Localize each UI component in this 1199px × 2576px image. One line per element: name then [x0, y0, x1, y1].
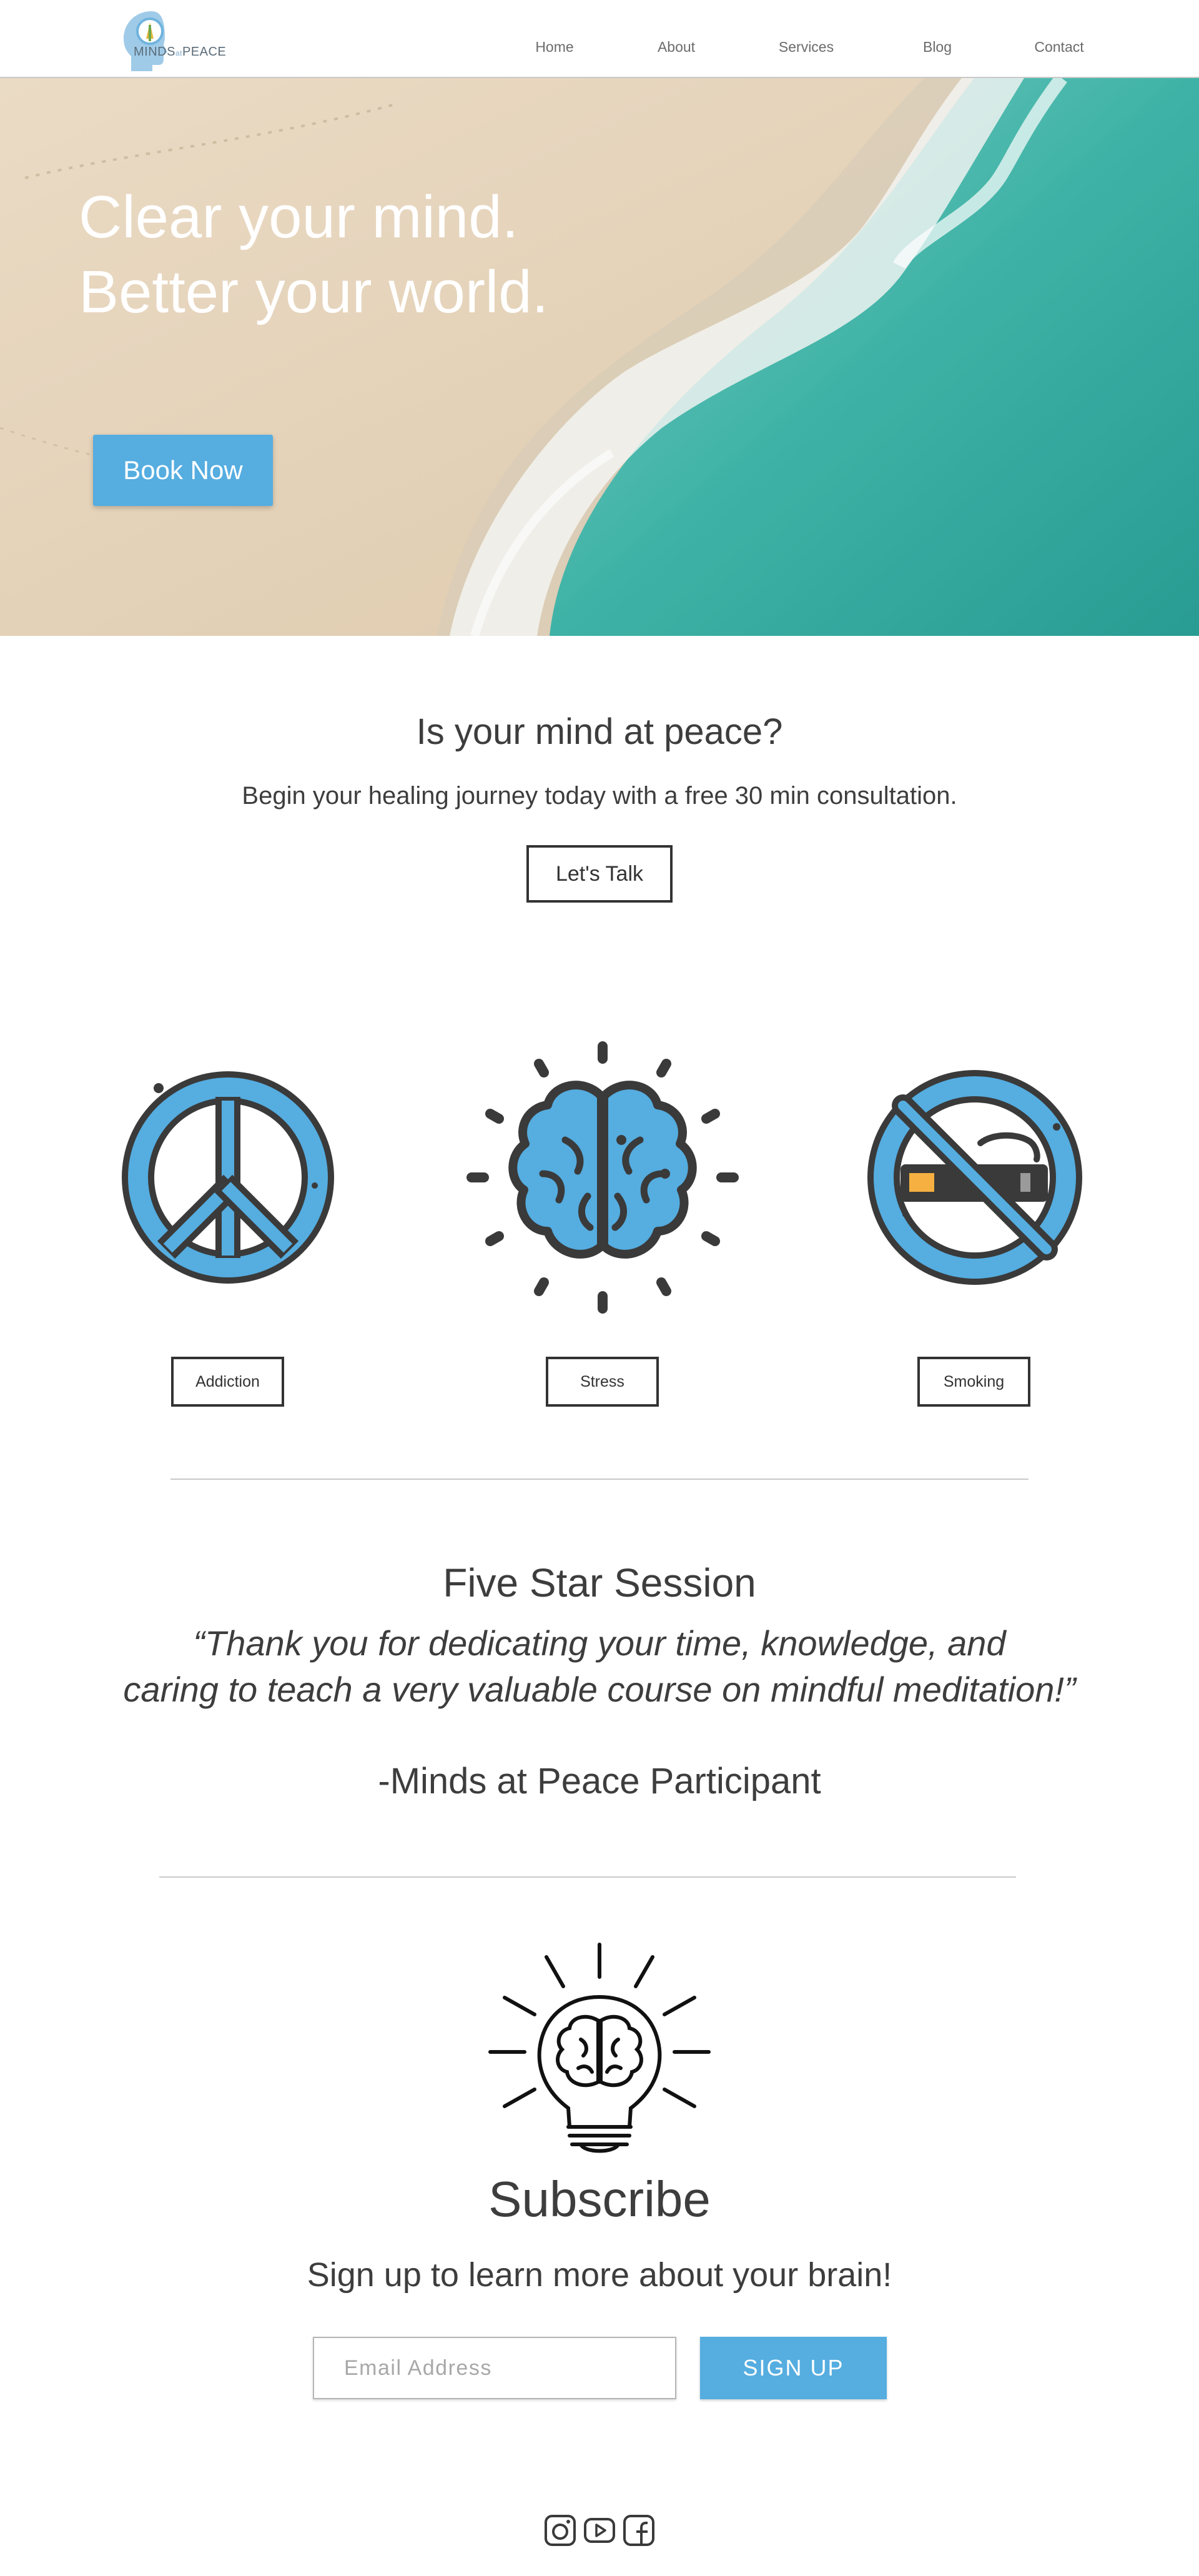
logo-word-minds: MINDS: [134, 45, 175, 59]
hero-headline-line-1: Clear your mind.: [79, 184, 519, 250]
testimonial-author: -Minds at Peace Participant: [378, 1761, 821, 1801]
testimonial-quote-line-2: caring to teach a very valuable course o…: [123, 1670, 1076, 1709]
smoking-button[interactable]: Smoking: [917, 1357, 1030, 1407]
logo-word-at: at: [175, 49, 182, 57]
site-header: MINDSatPEACE Home About Services Blog Co…: [0, 0, 1199, 78]
subscribe-subtext: Sign up to learn more about your brain!: [307, 2256, 892, 2294]
subscribe-heading: Subscribe: [488, 2171, 711, 2227]
section-divider-top: [170, 1479, 1029, 1480]
book-now-button[interactable]: Book Now: [93, 435, 273, 506]
logo-word-peace: PEACE: [182, 45, 227, 59]
testimonial-quote-line-1: “Thank you for dedicating your time, kno…: [193, 1623, 1006, 1663]
head-silhouette-icon: [124, 11, 167, 71]
facebook-icon[interactable]: [623, 2514, 655, 2547]
section-divider-bottom: [159, 1876, 1016, 1878]
sign-up-button[interactable]: SIGN UP: [700, 2337, 887, 2399]
hero-banner: Clear your mind. Better your world. Book…: [0, 78, 1199, 636]
youtube-icon[interactable]: [583, 2514, 616, 2547]
no-smoking-icon: [867, 1070, 1082, 1285]
instagram-icon[interactable]: [544, 2514, 576, 2547]
lightbulb-brain-icon: [488, 1943, 711, 2153]
peace-heading: Is your mind at peace?: [416, 711, 783, 752]
nav-about[interactable]: About: [658, 39, 695, 56]
lets-talk-button[interactable]: Let's Talk: [526, 845, 673, 903]
nav-home[interactable]: Home: [535, 39, 573, 56]
peace-sign-icon: [122, 1071, 334, 1284]
hero-headline-line-2: Better your world.: [79, 259, 549, 325]
nav-blog[interactable]: Blog: [923, 39, 952, 56]
email-input[interactable]: [313, 2337, 676, 2399]
testimonial-heading: Five Star Session: [443, 1560, 756, 1605]
logo[interactable]: [117, 6, 224, 75]
nav-contact[interactable]: Contact: [1034, 39, 1083, 56]
peace-subtext: Begin your healing journey today with a …: [242, 782, 957, 810]
beach-background-image: [0, 78, 1199, 636]
addiction-button[interactable]: Addiction: [171, 1357, 284, 1407]
logo-text: MINDSatPEACE: [134, 45, 226, 59]
brain-icon: [466, 1041, 739, 1314]
stress-button[interactable]: Stress: [546, 1357, 659, 1407]
nav-services[interactable]: Services: [779, 39, 834, 56]
